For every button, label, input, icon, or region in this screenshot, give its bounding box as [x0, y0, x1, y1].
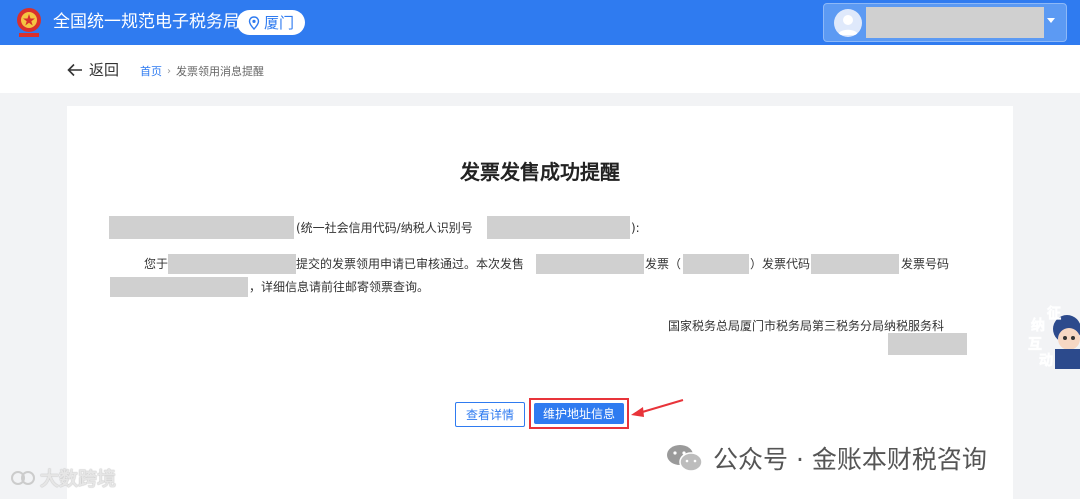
- location-pin-icon: [248, 15, 260, 30]
- widget-char-2: 纳: [1031, 317, 1045, 334]
- taxpayer-colon: ):: [631, 221, 640, 235]
- tax-emblem-icon: [17, 8, 41, 37]
- breadcrumb-bar: 返回 首页 › 发票领用消息提醒: [0, 45, 1080, 93]
- app-title: 全国统一规范电子税务局: [53, 12, 240, 32]
- user-name-redacted: [866, 7, 1044, 38]
- annotation-arrow-icon: [631, 399, 684, 417]
- taxpayer-id-redacted: [487, 216, 630, 239]
- taxpayer-name-redacted: [109, 216, 294, 239]
- arrow-left-icon: [67, 63, 82, 76]
- location-label: 厦门: [263, 14, 294, 32]
- page-title: 发票发售成功提醒: [460, 160, 620, 184]
- taxpayer-id-label: (统一社会信用代码/纳税人识别号: [296, 221, 473, 235]
- invoice-count-redacted: [683, 254, 749, 274]
- issue-date-redacted: [888, 333, 967, 355]
- date-redacted: [168, 254, 296, 274]
- mascot-icon: 征 纳 互 动: [1028, 305, 1080, 369]
- top-header: 全国统一规范电子税务局 厦门: [0, 0, 1080, 45]
- user-icon: [838, 15, 858, 35]
- watermark-logo-icon: [11, 470, 35, 485]
- watermark-left: 大数跨境: [10, 464, 116, 491]
- issuer-signature: 国家税务总局厦门市税务局第三税务分局纳税服务科: [668, 319, 945, 333]
- breadcrumb-separator: ›: [167, 65, 171, 77]
- widget-char-1: 征: [1047, 305, 1061, 322]
- invoice-code-label: ）发票代码: [750, 257, 811, 271]
- avatar: [834, 9, 862, 37]
- view-detail-button[interactable]: 查看详情: [455, 402, 525, 427]
- breadcrumb: 首页 › 发票领用消息提醒: [140, 63, 264, 79]
- highlight-box: 维护地址信息: [529, 398, 629, 429]
- breadcrumb-current: 发票领用消息提醒: [176, 65, 264, 78]
- wechat-icon: [667, 445, 703, 472]
- back-button[interactable]: 返回: [67, 59, 119, 80]
- tax-interaction-widget[interactable]: 征 纳 互 动: [1025, 303, 1080, 369]
- location-selector[interactable]: 厦门: [237, 10, 305, 35]
- breadcrumb-home-link[interactable]: 首页: [140, 63, 162, 79]
- caret-down-icon: [1047, 18, 1055, 23]
- invoice-type-redacted: [536, 254, 644, 274]
- date-prefix: 您于: [144, 257, 169, 271]
- back-label: 返回: [89, 61, 120, 79]
- widget-char-4: 动: [1039, 352, 1053, 369]
- widget-char-3: 互: [1028, 337, 1042, 353]
- invoice-number-redacted: [110, 277, 248, 297]
- invoice-label: 发票（: [645, 257, 682, 271]
- watermark-left-text: 大数跨境: [40, 468, 117, 490]
- query-instruction: ，详细信息请前往邮寄领票查询。: [249, 280, 430, 294]
- approval-text: 提交的发票领用申请已审核通过。本次发售: [296, 257, 525, 271]
- invoice-code-redacted: [811, 254, 899, 274]
- invoice-number-label: 发票号码: [901, 257, 950, 271]
- user-menu[interactable]: [823, 3, 1067, 42]
- watermark-right: 公众号 · 金账本财税咨询: [665, 440, 987, 476]
- maintain-address-button[interactable]: 维护地址信息: [534, 403, 624, 424]
- watermark-right-text: 公众号 · 金账本财税咨询: [713, 445, 987, 474]
